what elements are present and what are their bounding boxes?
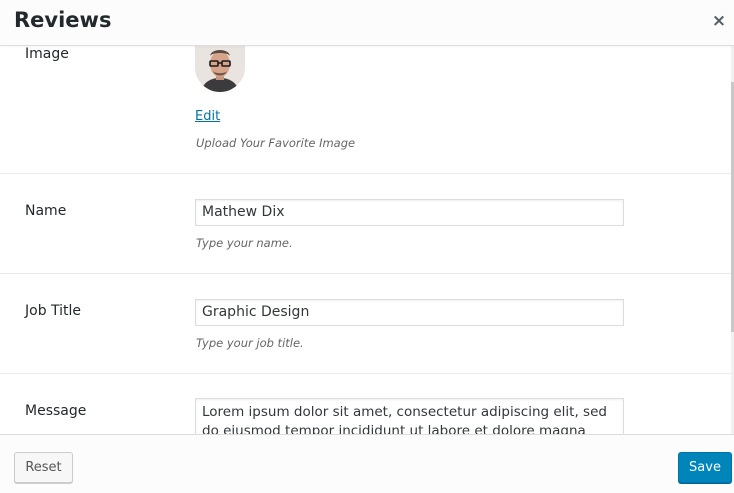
- job-title-input[interactable]: Graphic Design: [195, 299, 624, 326]
- message-row: Message Lorem ipsum dolor sit amet, cons…: [0, 374, 731, 434]
- image-label: Image: [25, 46, 69, 62]
- image-description: Upload Your Favorite Image: [196, 136, 356, 150]
- job-title-row: Job Title Graphic Design Type your job t…: [0, 274, 731, 374]
- message-textarea[interactable]: Lorem ipsum dolor sit amet, consectetur …: [195, 398, 624, 434]
- modal-footer: Reset Save: [0, 434, 734, 493]
- name-description: Type your name.: [196, 236, 293, 250]
- avatar-image: [195, 46, 245, 92]
- modal-header: Reviews ×: [0, 0, 734, 46]
- name-row: Name Mathew Dix Type your name.: [0, 174, 731, 274]
- save-button[interactable]: Save: [678, 452, 732, 483]
- modal-content[interactable]: Image Edit Upload Your Favorite Image Na…: [0, 46, 734, 434]
- job-title-label: Job Title: [25, 303, 82, 319]
- modal-title: Reviews: [14, 8, 112, 32]
- edit-image-link[interactable]: Edit: [195, 109, 220, 124]
- close-icon[interactable]: ×: [708, 10, 730, 32]
- name-label: Name: [25, 203, 67, 219]
- image-row: Image Edit Upload Your Favorite Image: [0, 46, 731, 174]
- avatar-photo-icon: [195, 46, 245, 92]
- reset-button[interactable]: Reset: [14, 452, 73, 483]
- name-input[interactable]: Mathew Dix: [195, 199, 624, 226]
- message-label: Message: [25, 403, 87, 419]
- job-title-description: Type your job title.: [196, 336, 304, 350]
